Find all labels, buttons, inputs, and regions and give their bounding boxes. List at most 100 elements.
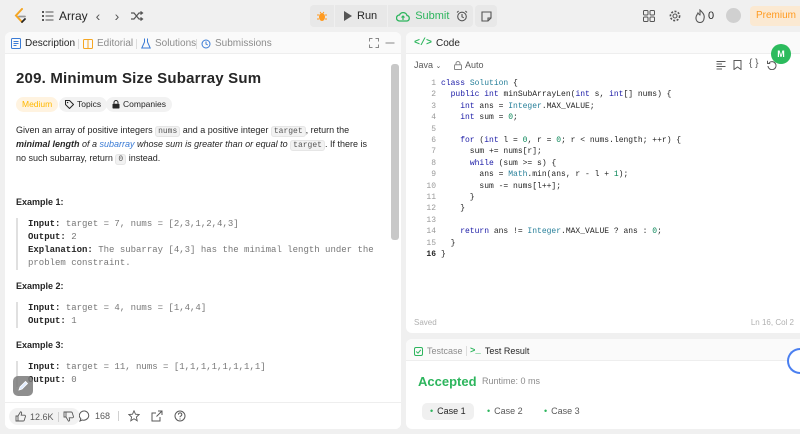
- line-number: 3: [431, 101, 436, 111]
- example-block: Input: target = 7, nums = [2,3,1,2,4,3] …: [16, 218, 374, 270]
- play-icon: [344, 11, 352, 21]
- minimize-icon[interactable]: [385, 38, 395, 48]
- tab-divider: [466, 346, 467, 356]
- tab-editorial[interactable]: Editorial: [83, 38, 133, 49]
- star-icon[interactable]: [128, 410, 140, 422]
- line-number: 15: [426, 238, 436, 248]
- tab-submissions[interactable]: Submissions: [201, 38, 272, 49]
- premium-button[interactable]: Premium: [750, 6, 800, 26]
- tag-icon: [65, 100, 74, 109]
- comment-icon[interactable]: [79, 410, 91, 422]
- expand-icon[interactable]: [369, 38, 379, 48]
- case-tab[interactable]: • Case 2: [479, 403, 531, 420]
- line-number: 13: [426, 215, 436, 225]
- description-footer: 12.6K 168: [5, 402, 401, 429]
- problem-list-icon[interactable]: [42, 10, 54, 22]
- history-icon: [201, 39, 211, 48]
- line-number: 9: [431, 170, 436, 180]
- tab-solutions[interactable]: Solutions: [141, 38, 196, 49]
- runtime-info: Runtime: 0 ms: [482, 376, 541, 386]
- code-tabs: </> Code: [406, 32, 800, 54]
- tab-test-result[interactable]: >_ Test Result: [470, 346, 529, 356]
- line-number: 16: [426, 250, 436, 260]
- case-tab[interactable]: • Case 3: [536, 403, 588, 420]
- fire-icon[interactable]: [694, 9, 706, 23]
- problem-list-title[interactable]: Array: [59, 9, 88, 23]
- line-number: 12: [426, 204, 436, 214]
- tab-code[interactable]: </> Code: [414, 38, 460, 49]
- lock-icon: [112, 100, 120, 109]
- code-lines[interactable]: class Solution { public int minSubArrayL…: [441, 78, 681, 261]
- cloud-upload-icon: [396, 11, 411, 22]
- next-problem-icon[interactable]: ›: [110, 8, 124, 24]
- submit-button[interactable]: Submit: [388, 5, 460, 27]
- cursor-position: Ln 16, Col 2: [750, 318, 794, 327]
- user-avatar[interactable]: [726, 8, 741, 23]
- problem-description: Given an array of positive integers nums…: [16, 125, 367, 165]
- assistant-avatar[interactable]: M: [771, 44, 791, 64]
- bookmark-icon[interactable]: [733, 60, 742, 70]
- line-number: 4: [431, 113, 436, 123]
- like-count: 12.6K: [30, 411, 54, 422]
- line-number: 11: [426, 193, 436, 203]
- example-title: Example 2:: [16, 281, 64, 291]
- lock-icon: [454, 60, 462, 70]
- tab-divider: [196, 39, 197, 49]
- leetcode-logo[interactable]: [12, 8, 28, 24]
- description-tabs: Description Editorial Solutions Submissi…: [5, 32, 401, 54]
- layout-grid-icon[interactable]: [643, 10, 655, 22]
- description-panel: Description Editorial Solutions Submissi…: [5, 32, 401, 429]
- help-icon[interactable]: [174, 410, 186, 422]
- result-panel: Testcase >_ Test Result Accepted Runtime…: [406, 339, 800, 429]
- pass-dot: •: [544, 406, 548, 416]
- tab-description[interactable]: Description: [11, 38, 75, 49]
- topics-chip[interactable]: Topics: [59, 97, 108, 112]
- run-button[interactable]: Run: [335, 5, 388, 27]
- debug-button[interactable]: [310, 5, 334, 27]
- auto-mode-toggle[interactable]: Auto: [454, 60, 484, 70]
- pass-dot: •: [487, 406, 491, 416]
- chevron-down-icon: ⌄: [435, 63, 442, 70]
- line-number: 2: [431, 90, 436, 100]
- thumbs-up-icon[interactable]: [15, 411, 26, 422]
- previous-problem-icon[interactable]: ‹: [91, 8, 105, 24]
- tab-testcase[interactable]: Testcase: [414, 346, 463, 356]
- result-status: Accepted: [418, 374, 477, 389]
- format-icon[interactable]: [716, 60, 726, 70]
- run-submit-group: Run Submit: [310, 5, 460, 27]
- share-icon[interactable]: [151, 410, 163, 422]
- line-numbers: 1 2 3 4 5 6 7 8 9 10 11 12 13 14 15 16: [406, 78, 436, 261]
- checkbox-icon: [414, 346, 423, 356]
- companies-chip[interactable]: Companies: [106, 97, 172, 112]
- code-editor[interactable]: 1 2 3 4 5 6 7 8 9 10 11 12 13 14 15 16 class Solution {…: [406, 78, 800, 308]
- timer-button[interactable]: [451, 5, 473, 27]
- language-select[interactable]: Java ⌄: [414, 60, 441, 70]
- floating-helper-button[interactable]: [13, 376, 33, 396]
- example-block: Input: target = 4, nums = [1,4,4] Output…: [16, 302, 206, 328]
- like-dislike-group: 12.6K: [9, 408, 80, 425]
- code-panel: </> Code Java ⌄ Auto { } 1 2 3 4 5 6 7 8 9 10 11 12…: [406, 32, 800, 333]
- book-icon: [83, 38, 93, 49]
- document-icon: [11, 38, 21, 49]
- line-number: 7: [431, 147, 436, 157]
- editor-toolbar: Java ⌄ Auto { }: [406, 56, 800, 74]
- braces-icon[interactable]: { }: [749, 58, 758, 69]
- tab-divider: [78, 39, 79, 49]
- line-number: 14: [426, 227, 436, 237]
- gear-icon[interactable]: [668, 9, 682, 23]
- thumbs-down-icon[interactable]: [63, 411, 74, 422]
- alarm-clock-icon: [456, 10, 468, 22]
- shuffle-icon[interactable]: [130, 9, 144, 23]
- save-status: Saved: [414, 318, 437, 327]
- comment-count: 168: [95, 411, 111, 421]
- top-navbar: Array ‹ › Run Submit 0 Premium: [0, 0, 800, 32]
- description-scrollbar[interactable]: [391, 64, 399, 240]
- subarray-link[interactable]: subarray: [100, 139, 135, 149]
- notes-button[interactable]: [475, 5, 497, 27]
- line-number: 10: [426, 181, 436, 191]
- terminal-icon: >_: [470, 346, 481, 356]
- example-title: Example 3:: [16, 340, 64, 350]
- case-tab[interactable]: • Case 1: [422, 403, 474, 420]
- line-number: 8: [431, 158, 436, 168]
- example-title: Example 1:: [16, 197, 64, 207]
